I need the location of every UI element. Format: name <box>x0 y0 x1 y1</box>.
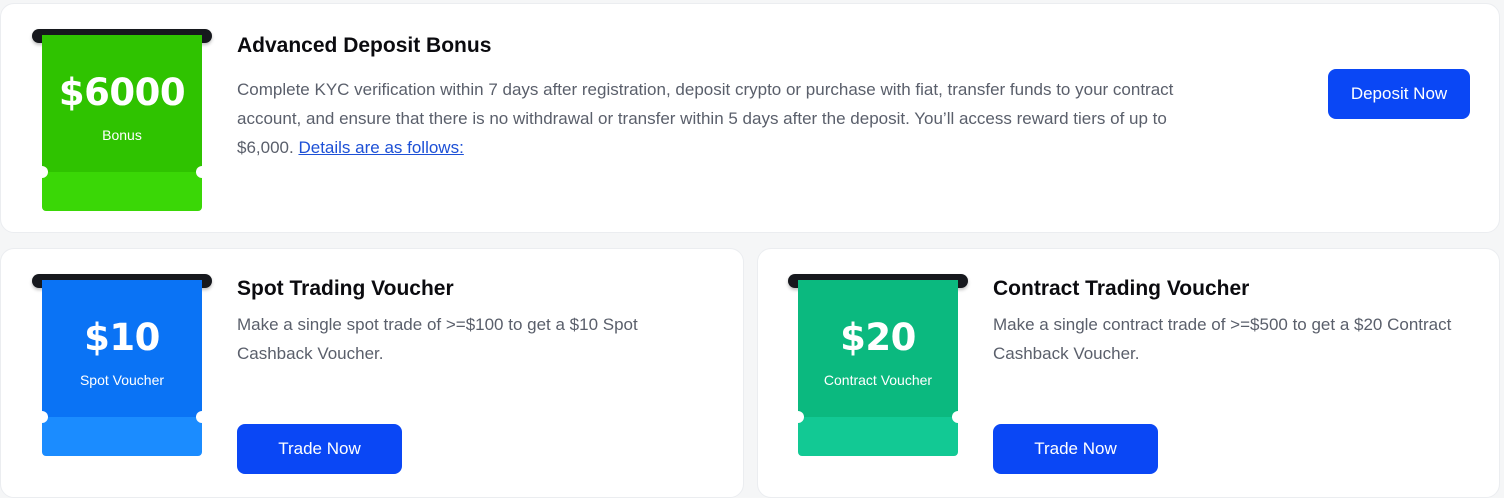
deposit-now-button[interactable]: Deposit Now <box>1328 69 1470 119</box>
deposit-bonus-title: Advanced Deposit Bonus <box>237 34 492 57</box>
contract-voucher-amount: $20 <box>840 316 916 359</box>
spot-trade-now-button[interactable]: Trade Now <box>237 424 402 474</box>
spot-voucher-description: Make a single spot trade of >=$100 to ge… <box>237 315 638 363</box>
contract-ticket-label: Contract Voucher <box>823 372 933 388</box>
bonus-ticket-label: Bonus <box>102 127 142 143</box>
contract-voucher-title: Contract Trading Voucher <box>993 277 1250 300</box>
contract-trade-now-button[interactable]: Trade Now <box>993 424 1158 474</box>
contract-ticket-graphic: $20 Contract Voucher <box>788 274 968 459</box>
ticket-paper: $20 Contract Voucher <box>798 280 958 456</box>
ticket-paper: $6000 Bonus <box>42 35 202 211</box>
contract-voucher-card: $20 Contract Voucher Contract Trading Vo… <box>757 248 1500 498</box>
bonus-amount: $6000 <box>58 71 186 114</box>
spot-voucher-card: $10 Spot Voucher Spot Trading Voucher Ma… <box>0 248 744 498</box>
contract-voucher-description: Make a single contract trade of >=$500 t… <box>993 315 1452 363</box>
details-link[interactable]: Details are as follows: <box>298 138 463 157</box>
ticket-paper: $10 Spot Voucher <box>42 280 202 456</box>
spot-voucher-amount: $10 <box>84 316 160 359</box>
deposit-bonus-description: Complete KYC verification within 7 days … <box>237 75 1187 162</box>
bonus-ticket-graphic: $6000 Bonus <box>32 29 212 214</box>
deposit-bonus-card: $6000 Bonus Advanced Deposit Bonus Compl… <box>0 3 1500 233</box>
spot-ticket-graphic: $10 Spot Voucher <box>32 274 212 459</box>
spot-ticket-label: Spot Voucher <box>79 372 165 388</box>
spot-voucher-title: Spot Trading Voucher <box>237 277 454 300</box>
